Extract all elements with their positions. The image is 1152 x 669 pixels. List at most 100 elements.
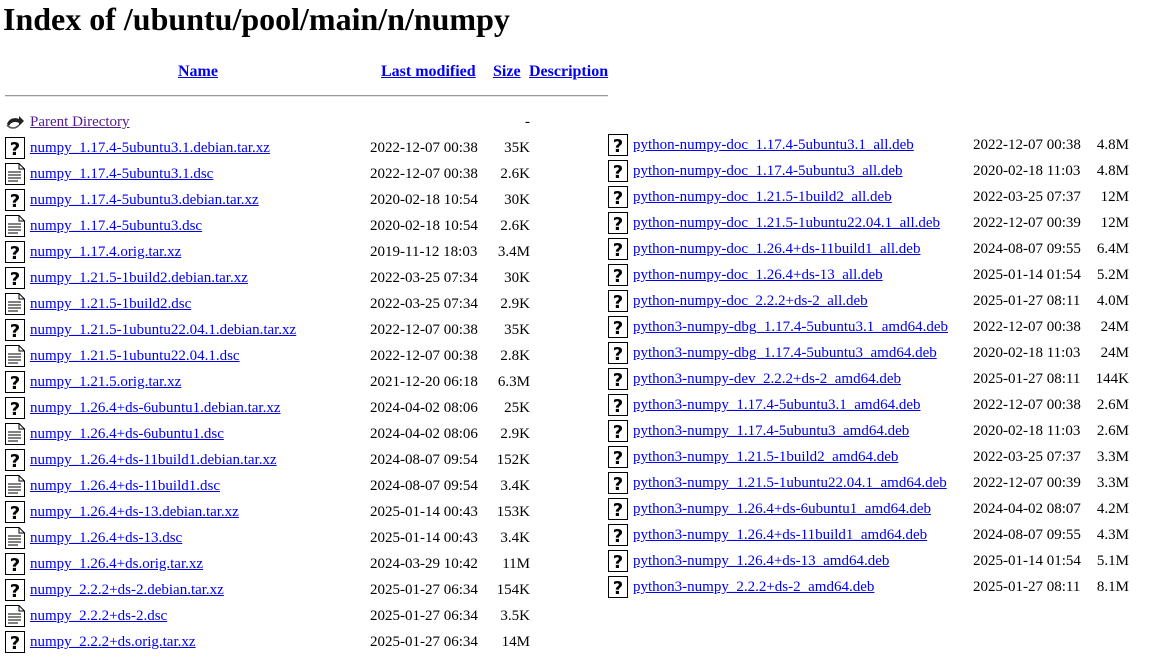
file-link[interactable]: python-numpy-doc_1.21.5-1ubuntu22.04.1_a… bbox=[633, 214, 940, 232]
text-file-icon bbox=[5, 475, 25, 497]
file-link[interactable]: python3-numpy-dbg_1.17.4-5ubuntu3_amd64.… bbox=[633, 344, 937, 362]
file-link[interactable]: numpy_1.26.4+ds-6ubuntu1.debian.tar.xz bbox=[30, 399, 281, 417]
file-link[interactable]: numpy_1.26.4+ds-6ubuntu1.dsc bbox=[30, 425, 224, 443]
file-link[interactable]: python3-numpy_1.26.4+ds-11build1_amd64.d… bbox=[633, 526, 927, 544]
file-last-modified: 2025-01-27 08:11 bbox=[973, 293, 1081, 309]
file-row: ? python-numpy-doc_1.17.4-5ubuntu3.1_all.… bbox=[608, 131, 1148, 157]
file-row: numpy_1.17.4-5ubuntu3.1.dsc 2022-12-07 00… bbox=[5, 160, 545, 185]
unknown-icon: ? bbox=[608, 264, 628, 287]
file-link[interactable]: numpy_1.26.4+ds.orig.tar.xz bbox=[30, 555, 203, 573]
file-last-modified: 2022-12-07 00:38 bbox=[370, 322, 478, 338]
sort-by-size-link[interactable]: Size bbox=[493, 63, 521, 81]
file-link[interactable]: python3-numpy-dev_2.2.2+ds-2_amd64.deb bbox=[633, 370, 901, 388]
file-link[interactable]: numpy_2.2.2+ds-2.dsc bbox=[30, 607, 167, 625]
file-size: 4.2M bbox=[1096, 501, 1129, 517]
sort-by-description-link[interactable]: Description bbox=[529, 63, 608, 81]
unknown-icon: ? bbox=[5, 267, 25, 290]
file-link[interactable]: python3-numpy-dbg_1.17.4-5ubuntu3.1_amd6… bbox=[633, 318, 948, 336]
file-link[interactable]: numpy_2.2.2+ds-2.debian.tar.xz bbox=[30, 581, 224, 599]
file-link[interactable]: numpy_1.21.5-1ubuntu22.04.1.dsc bbox=[30, 347, 240, 365]
file-link[interactable]: python3-numpy_2.2.2+ds-2_amd64.deb bbox=[633, 578, 874, 596]
unknown-icon: ? bbox=[608, 134, 628, 157]
file-size: 3.3M bbox=[1096, 449, 1129, 465]
file-last-modified: 2022-12-07 00:38 bbox=[973, 137, 1081, 153]
file-link[interactable]: numpy_1.17.4-5ubuntu3.debian.tar.xz bbox=[30, 191, 259, 209]
file-row: ? python-numpy-doc_1.17.4-5ubuntu3_all.de… bbox=[608, 157, 1148, 183]
page-title: Index of /ubuntu/pool/main/n/numpy bbox=[3, 1, 510, 37]
file-link[interactable]: numpy_1.17.4.orig.tar.xz bbox=[30, 243, 181, 261]
file-link[interactable]: python3-numpy_1.17.4-5ubuntu3_amd64.deb bbox=[633, 422, 909, 440]
file-size: 30K bbox=[504, 192, 530, 208]
file-link[interactable]: numpy_1.26.4+ds-11build1.dsc bbox=[30, 477, 220, 495]
file-link[interactable]: python-numpy-doc_1.26.4+ds-13_all.deb bbox=[633, 266, 883, 284]
file-row: ? numpy_1.21.5-1ubuntu22.04.1.debian.tar.… bbox=[5, 316, 545, 342]
parent-directory-link[interactable]: Parent Directory bbox=[30, 113, 130, 131]
file-link[interactable]: python3-numpy_1.26.4+ds-6ubuntu1_amd64.d… bbox=[633, 500, 931, 518]
svg-text:?: ? bbox=[613, 188, 623, 208]
file-row: ? numpy_1.17.4-5ubuntu3.1.debian.tar.xz 20… bbox=[5, 134, 545, 160]
file-link[interactable]: python3-numpy_1.17.4-5ubuntu3.1_amd64.de… bbox=[633, 396, 920, 414]
file-link[interactable]: python3-numpy_1.21.5-1ubuntu22.04.1_amd6… bbox=[633, 474, 947, 492]
file-link[interactable]: python-numpy-doc_2.2.2+ds-2_all.deb bbox=[633, 292, 868, 310]
file-last-modified: 2025-01-14 00:43 bbox=[370, 530, 478, 546]
file-size: 35K bbox=[504, 140, 530, 156]
file-size: 5.2M bbox=[1096, 267, 1129, 283]
svg-text:?: ? bbox=[10, 399, 20, 419]
svg-text:?: ? bbox=[10, 243, 20, 263]
file-size: 8.1M bbox=[1096, 579, 1129, 595]
unknown-icon: ? bbox=[5, 137, 25, 160]
file-link[interactable]: python-numpy-doc_1.26.4+ds-11build1_all.… bbox=[633, 240, 920, 258]
file-size: 152K bbox=[496, 452, 530, 468]
file-size: 12M bbox=[1100, 189, 1129, 205]
file-row: ? numpy_2.2.2+ds.orig.tar.xz 2025-01-27 06… bbox=[5, 628, 545, 654]
sort-by-last-modified-link[interactable]: Last modified bbox=[381, 63, 476, 81]
unknown-icon: ? bbox=[608, 290, 628, 313]
sort-by-name-link[interactable]: Name bbox=[178, 63, 218, 81]
svg-text:?: ? bbox=[10, 191, 20, 211]
unknown-icon: ? bbox=[608, 238, 628, 261]
file-link[interactable]: numpy_1.21.5-1build2.debian.tar.xz bbox=[30, 269, 248, 287]
file-link[interactable]: numpy_1.17.4-5ubuntu3.1.debian.tar.xz bbox=[30, 139, 270, 157]
svg-text:?: ? bbox=[10, 581, 20, 601]
file-link[interactable]: python-numpy-doc_1.21.5-1build2_all.deb bbox=[633, 188, 892, 206]
svg-text:?: ? bbox=[613, 500, 623, 520]
file-size: 6.4M bbox=[1096, 241, 1129, 257]
file-size: 5.1M bbox=[1096, 553, 1129, 569]
file-last-modified: 2022-12-07 00:39 bbox=[973, 215, 1081, 231]
unknown-icon: ? bbox=[5, 553, 25, 576]
file-link[interactable]: numpy_2.2.2+ds.orig.tar.xz bbox=[30, 633, 196, 651]
file-last-modified: 2020-02-18 11:03 bbox=[973, 163, 1081, 179]
file-row: ? python-numpy-doc_1.21.5-1ubuntu22.04.1_… bbox=[608, 209, 1148, 235]
file-link[interactable]: python-numpy-doc_1.17.4-5ubuntu3_all.deb bbox=[633, 162, 903, 180]
file-link[interactable]: numpy_1.21.5-1ubuntu22.04.1.debian.tar.x… bbox=[30, 321, 296, 339]
file-size: 2.6K bbox=[500, 166, 530, 182]
file-size: 3.3M bbox=[1096, 475, 1129, 491]
unknown-icon: ? bbox=[5, 397, 25, 420]
svg-text:?: ? bbox=[613, 526, 623, 546]
file-link[interactable]: numpy_1.26.4+ds-13.dsc bbox=[30, 529, 182, 547]
file-row: ? python3-numpy_1.21.5-1build2_amd64.deb 2… bbox=[608, 443, 1148, 469]
text-file-icon bbox=[5, 527, 25, 549]
file-link[interactable]: python3-numpy_1.21.5-1build2_amd64.deb bbox=[633, 448, 898, 466]
unknown-icon: ? bbox=[5, 449, 25, 472]
file-link[interactable]: python3-numpy_1.26.4+ds-13_amd64.deb bbox=[633, 552, 889, 570]
svg-text:?: ? bbox=[613, 162, 623, 182]
file-last-modified: 2022-03-25 07:34 bbox=[370, 270, 478, 286]
file-size: 24M bbox=[1100, 319, 1129, 335]
file-row: ? python3-numpy-dbg_1.17.4-5ubuntu3.1_amd… bbox=[608, 313, 1148, 339]
text-file-icon bbox=[5, 293, 25, 315]
file-link[interactable]: python-numpy-doc_1.17.4-5ubuntu3.1_all.d… bbox=[633, 136, 914, 154]
file-last-modified: 2025-01-27 08:11 bbox=[973, 579, 1081, 595]
text-file-icon bbox=[5, 345, 25, 367]
file-link[interactable]: numpy_1.21.5-1build2.dsc bbox=[30, 295, 191, 313]
file-row: ? python-numpy-doc_1.26.4+ds-11build1_all… bbox=[608, 235, 1148, 261]
file-link[interactable]: numpy_1.26.4+ds-11build1.debian.tar.xz bbox=[30, 451, 277, 469]
file-link[interactable]: numpy_1.21.5.orig.tar.xz bbox=[30, 373, 181, 391]
file-link[interactable]: numpy_1.17.4-5ubuntu3.1.dsc bbox=[30, 165, 213, 183]
file-last-modified: 2025-01-27 06:34 bbox=[370, 634, 478, 650]
file-size: 2.6M bbox=[1096, 397, 1129, 413]
file-link[interactable]: numpy_1.26.4+ds-13.debian.tar.xz bbox=[30, 503, 239, 521]
file-link[interactable]: numpy_1.17.4-5ubuntu3.dsc bbox=[30, 217, 202, 235]
file-row: ? python-numpy-doc_2.2.2+ds-2_all.deb 2025… bbox=[608, 287, 1148, 313]
file-row: ? python3-numpy_1.26.4+ds-11build1_amd64.… bbox=[608, 521, 1148, 547]
